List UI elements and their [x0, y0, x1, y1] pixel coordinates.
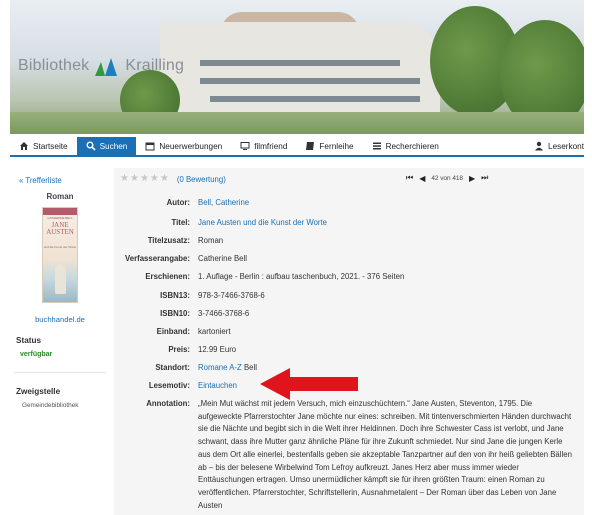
- prev-page-icon[interactable]: ◀: [419, 174, 425, 183]
- star-icon[interactable]: ★: [130, 174, 139, 184]
- field-label: Titelzusatz:: [147, 236, 190, 245]
- building-image: [160, 22, 440, 122]
- rating-widget[interactable]: ★ ★ ★ ★ ★ (0 Bewertung): [120, 174, 226, 184]
- buchhandel-link[interactable]: buchhandel.de: [14, 315, 106, 324]
- field-label: ISBN13:: [160, 291, 190, 300]
- search-icon: [86, 141, 96, 151]
- main-nav: Startseite Suchen Neuerwerbungen filmfri…: [10, 137, 584, 157]
- divider: [14, 372, 106, 373]
- star-icon[interactable]: ★: [160, 174, 169, 184]
- field-value: 978-3-7466-3768-6: [198, 291, 265, 300]
- nav-label: Fernleihe: [319, 141, 354, 151]
- book-cover[interactable]: CATHERINE BELL JANE AUSTEN und die Kunst…: [42, 207, 78, 303]
- star-icon[interactable]: ★: [150, 174, 159, 184]
- cover-title-line: AUSTEN: [46, 228, 74, 236]
- logo-text-bibliothek: Bibliothek: [18, 57, 90, 74]
- home-icon: [19, 141, 29, 151]
- field-label: Annotation:: [146, 399, 190, 408]
- library-logo[interactable]: Bibliothek Krailling: [18, 46, 184, 86]
- field-value: 1. Auflage - Berlin : aufbau taschenbuch…: [198, 272, 405, 281]
- nav-label: Suchen: [99, 141, 128, 151]
- nav-label: Startseite: [33, 141, 68, 151]
- star-icon[interactable]: ★: [120, 174, 129, 184]
- record-details: ★ ★ ★ ★ ★ (0 Bewertung) ⏮ ◀ 42 von 418 ▶…: [114, 168, 584, 515]
- pointer-arrow-icon: [260, 368, 358, 400]
- media-type: Roman: [46, 192, 74, 201]
- user-icon: [534, 141, 544, 151]
- field-label: Lesemotiv:: [148, 381, 190, 390]
- star-icon[interactable]: ★: [140, 174, 149, 184]
- rating-count[interactable]: (0 Bewertung): [177, 175, 226, 184]
- field-value: 12.99 Euro: [198, 345, 237, 354]
- lawn: [10, 112, 584, 134]
- location-extra: Bell: [241, 363, 257, 372]
- nav-item-fernleihe[interactable]: Fernleihe: [296, 137, 362, 155]
- field-value-author-link[interactable]: Bell, Catherine: [198, 198, 249, 208]
- book-icon: [305, 141, 315, 151]
- nav-item-neuerwerbungen[interactable]: Neuerwerbungen: [136, 137, 231, 155]
- logo-text-krailling: Krailling: [125, 57, 185, 74]
- calendar-icon: [145, 141, 155, 151]
- nav-label: Neuerwerbungen: [159, 141, 223, 151]
- branch-value: Gemeindebibliothek: [22, 402, 79, 409]
- field-label: Preis:: [168, 345, 190, 354]
- status-badge: verfügbar: [20, 351, 53, 358]
- next-page-icon[interactable]: ▶: [469, 174, 475, 183]
- branch-heading: Zweigstelle: [16, 387, 61, 396]
- nav-item-filmfriend[interactable]: filmfriend: [231, 137, 296, 155]
- list-icon: [372, 141, 382, 151]
- cover-figure: [55, 264, 66, 294]
- status-heading: Status: [16, 336, 42, 345]
- window-row: [200, 60, 400, 66]
- field-value: Romane A-Z Bell: [198, 363, 257, 373]
- field-label: Erschienen:: [145, 272, 190, 281]
- nav-item-recherchieren[interactable]: Recherchieren: [363, 137, 448, 155]
- logo-mark-icon: [93, 52, 121, 80]
- nav-item-leserkonto[interactable]: Leserkont: [525, 137, 584, 155]
- field-value-title-link[interactable]: Jane Austen und die Kunst der Worte: [198, 218, 327, 228]
- window-row: [200, 78, 420, 84]
- last-page-icon[interactable]: ⏭: [481, 173, 488, 183]
- annotation-text: „Mein Mut wächst mit jedem Versuch, mich…: [198, 399, 572, 510]
- nav-label: Leserkont: [548, 141, 584, 151]
- pager-count: 42 von 418: [431, 174, 463, 182]
- nav-item-suchen[interactable]: Suchen: [76, 137, 137, 155]
- nav-item-startseite[interactable]: Startseite: [10, 137, 77, 155]
- field-value: 3-7466-3768-6: [198, 309, 250, 318]
- monitor-icon: [240, 141, 250, 151]
- field-value: Catherine Bell: [198, 254, 247, 263]
- field-label: Standort:: [155, 363, 190, 372]
- field-label: Einband:: [156, 327, 190, 336]
- left-sidebar: Roman CATHERINE BELL JANE AUSTEN und die…: [14, 192, 106, 409]
- reading-motive-link[interactable]: Eintauchen: [198, 381, 237, 391]
- field-label: Verfasserangabe:: [124, 254, 190, 263]
- field-label: Autor:: [166, 198, 190, 207]
- result-pager: ⏮ ◀ 42 von 418 ▶ ⏭: [406, 173, 488, 183]
- window-row: [210, 96, 420, 102]
- header-banner: Bibliothek Krailling: [10, 0, 584, 134]
- field-label: ISBN10:: [160, 309, 190, 318]
- nav-label: Recherchieren: [385, 141, 439, 151]
- field-label: Titel:: [171, 218, 190, 227]
- field-value: Roman: [198, 236, 224, 245]
- location-link[interactable]: Romane A-Z: [198, 363, 242, 372]
- cover-subtitle: und die Kunst der Worte: [43, 245, 77, 249]
- nav-label: filmfriend: [254, 141, 288, 151]
- back-to-results-link[interactable]: « Trefferliste: [19, 176, 62, 185]
- first-page-icon[interactable]: ⏮: [406, 173, 413, 183]
- field-value: kartoniert: [198, 327, 231, 336]
- cover-title: JANE AUSTEN: [43, 222, 77, 236]
- cover-band: [43, 208, 77, 215]
- cover-author: CATHERINE BELL: [47, 216, 73, 220]
